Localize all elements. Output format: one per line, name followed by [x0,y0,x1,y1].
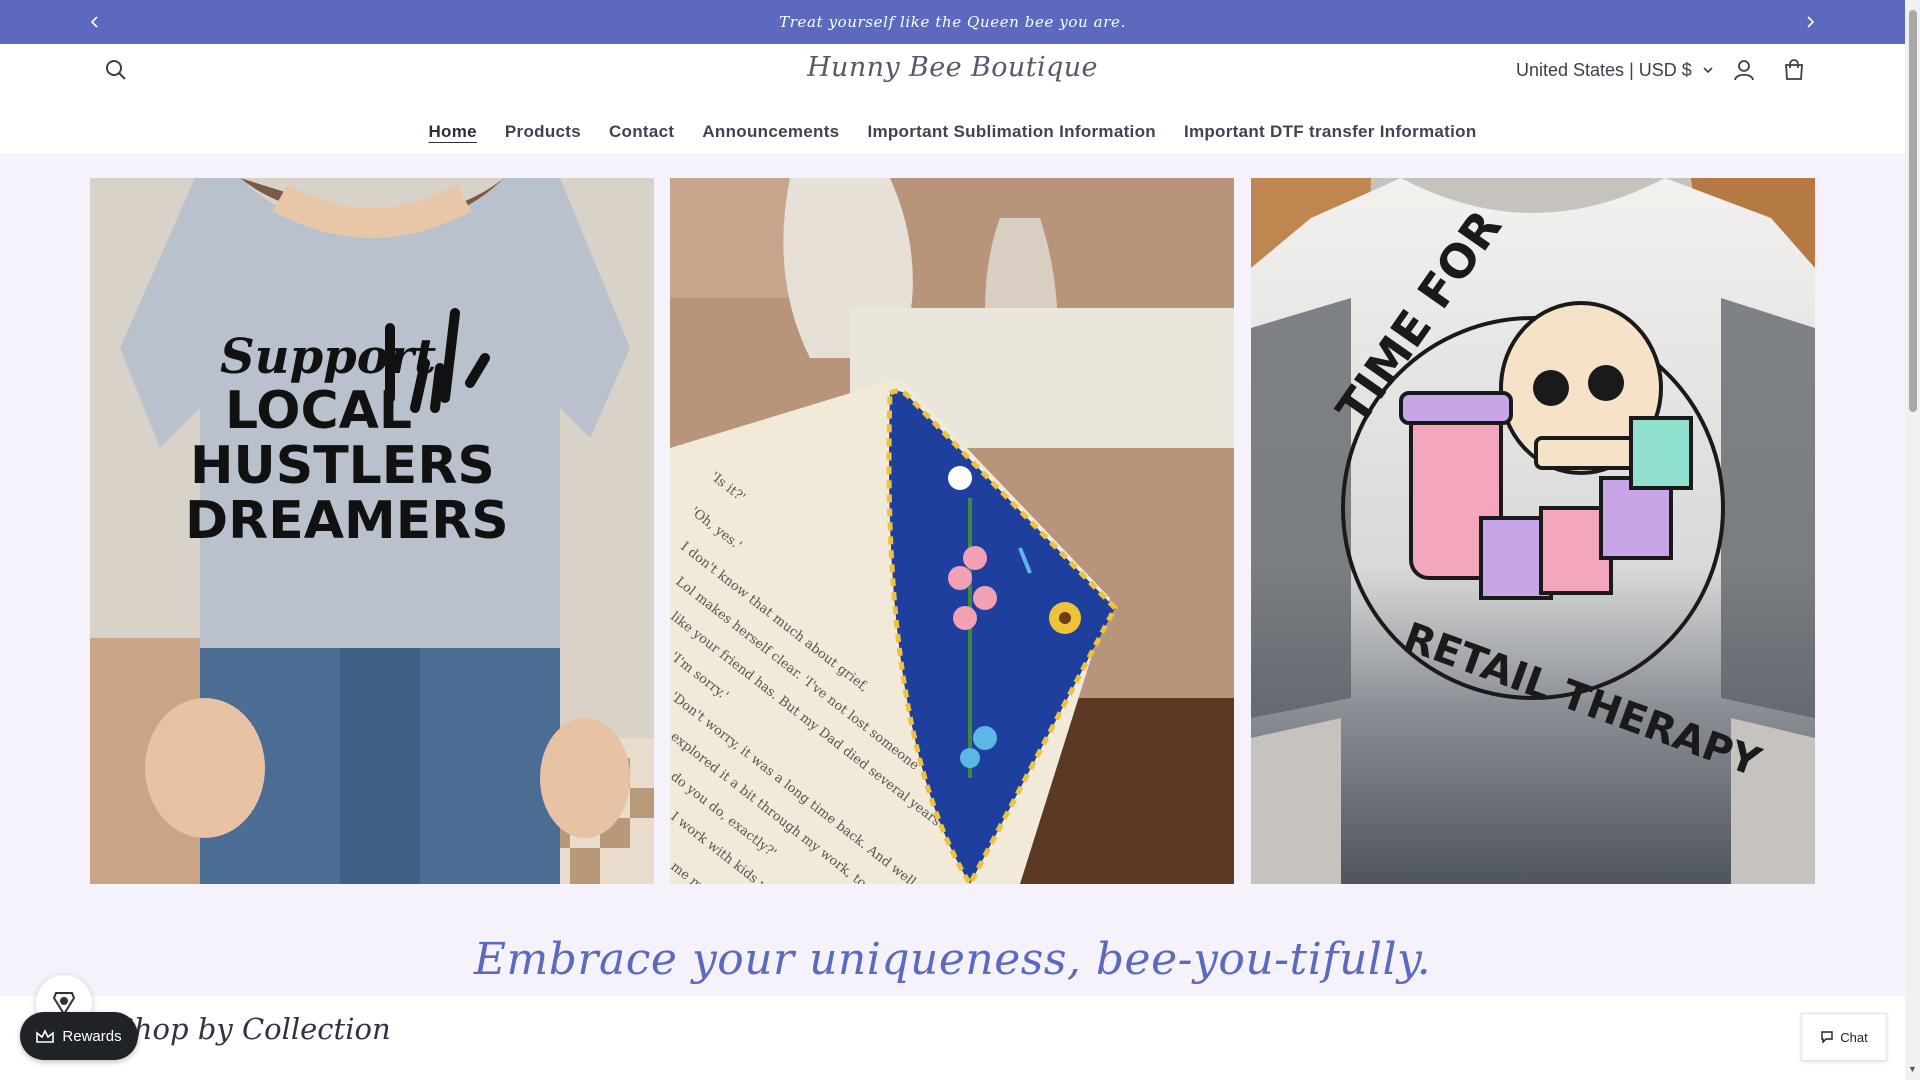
chevron-left-icon [90,16,98,28]
nav-dtf-info[interactable]: Important DTF transfer Information [1170,118,1491,146]
chat-icon [1821,1031,1833,1044]
currency-label: United States | USD $ [1516,59,1692,80]
hero-image-support-local-shirt[interactable]: Support LOCAL HUSTLERS DREAMERS [90,178,654,884]
announcement-bar: Treat yourself like the Queen bee you ar… [0,0,1905,44]
search-icon [106,60,126,80]
announcement-next-button[interactable] [1796,8,1824,36]
nav-contact[interactable]: Contact [595,118,688,146]
main-nav: Home Products Contact Announcements Impo… [0,118,1905,146]
scroll-down-arrow-icon[interactable]: ▼ [1908,1064,1917,1074]
collection-section: Shop by Collection [0,996,1905,1080]
page: Treat yourself like the Queen bee you ar… [0,0,1905,1080]
nav-products[interactable]: Products [491,118,595,146]
currency-selector[interactable]: United States | USD $ [1516,57,1714,83]
cart-button[interactable] [1778,54,1810,86]
hero-tagline: Embrace your uniqueness, bee-you-tifully… [473,934,1432,985]
collection-title: Shop by Collection [114,1012,391,1046]
shirt-graphic-3: TIME FOR RETAIL THERAPY [1251,178,1815,884]
nav-home[interactable]: Home [414,118,490,146]
hero-image-bookmark[interactable]: 'Is it?' 'Oh, yes.' I don't know that mu… [670,178,1234,884]
chevron-down-icon [1703,67,1713,74]
cart-icon [1785,59,1803,80]
site-header: Hunny Bee Boutique United States | USD $… [0,44,1905,155]
account-icon [1734,60,1754,81]
crown-icon [36,1029,55,1043]
announcement-text: Treat yourself like the Queen bee you ar… [779,13,1126,31]
page-scrollbar[interactable]: ▼ [1905,0,1920,1080]
chat-button[interactable]: Chat [1801,1013,1887,1061]
account-button[interactable] [1728,54,1760,86]
nav-sublimation-info[interactable]: Important Sublimation Information [853,118,1170,146]
shirt-text-local: LOCAL [225,381,412,441]
chat-label: Chat [1840,1029,1868,1045]
search-button[interactable] [100,54,132,86]
bookmark-graphic: 'Is it?' 'Oh, yes.' I don't know that mu… [670,178,1234,884]
scrollbar-thumb[interactable] [1909,10,1917,412]
shirt-text-hustlers: HUSTLERS [190,436,495,496]
hero-gallery: Support LOCAL HUSTLERS DREAMERS 'Is it?'… [90,178,1815,884]
rewards-label: Rewards [62,1027,122,1045]
hero-image-retail-therapy-shirt[interactable]: TIME FOR RETAIL THERAPY [1251,178,1815,884]
shirt-text-support: Support [220,329,436,385]
shirt-text-dreamers: DREAMERS [185,491,509,551]
announcement-prev-button[interactable] [81,8,109,36]
nav-announcements[interactable]: Announcements [688,118,853,146]
chevron-right-icon [1807,16,1815,28]
shirt-graphic-1: Support LOCAL HUSTLERS DREAMERS [90,178,654,884]
rewards-button[interactable]: Rewards [20,1012,138,1060]
